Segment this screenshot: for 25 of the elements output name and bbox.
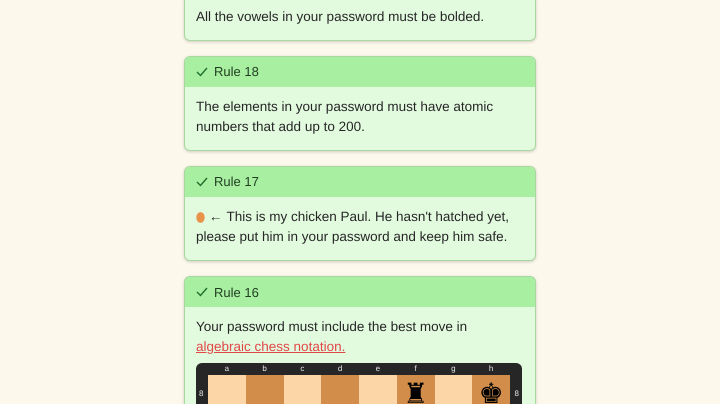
rule-title: Rule 18	[214, 63, 259, 82]
check-icon	[196, 287, 208, 298]
file-label: c	[299, 364, 306, 374]
rank-label: 8	[514, 389, 519, 400]
file-label: f	[414, 364, 418, 374]
rank-label: 8	[199, 389, 204, 400]
file-label: d	[336, 364, 344, 374]
notation-link[interactable]: algebraic chess notation.	[196, 339, 346, 354]
check-icon	[196, 67, 208, 77]
chess-piece: ♚	[478, 378, 504, 404]
chess-piece: ♜	[403, 378, 428, 404]
file-label: h	[488, 364, 494, 374]
file-label: a	[224, 364, 230, 374]
rule-text: Your password must include the best move in algebraic chess notation.	[196, 318, 468, 356]
rule-text: ← This is my chicken Paul. He hasn't hatched yet, please put him in your password and keep him safe.	[196, 207, 510, 246]
file-label: e	[374, 364, 382, 374]
rule-text: The elements in your password must have atomic numbers that add up to 200.	[196, 98, 494, 136]
egg-icon	[196, 211, 205, 224]
rule-title: Rule 16	[214, 284, 259, 302]
rule-title: Rule 17	[214, 173, 259, 192]
arrow-text: ←	[209, 208, 222, 226]
file-label: b	[261, 364, 268, 374]
file-label: g	[450, 364, 457, 374]
check-icon	[196, 177, 208, 187]
rule-text: All the vowels in your password must be bolded.	[196, 8, 486, 26]
